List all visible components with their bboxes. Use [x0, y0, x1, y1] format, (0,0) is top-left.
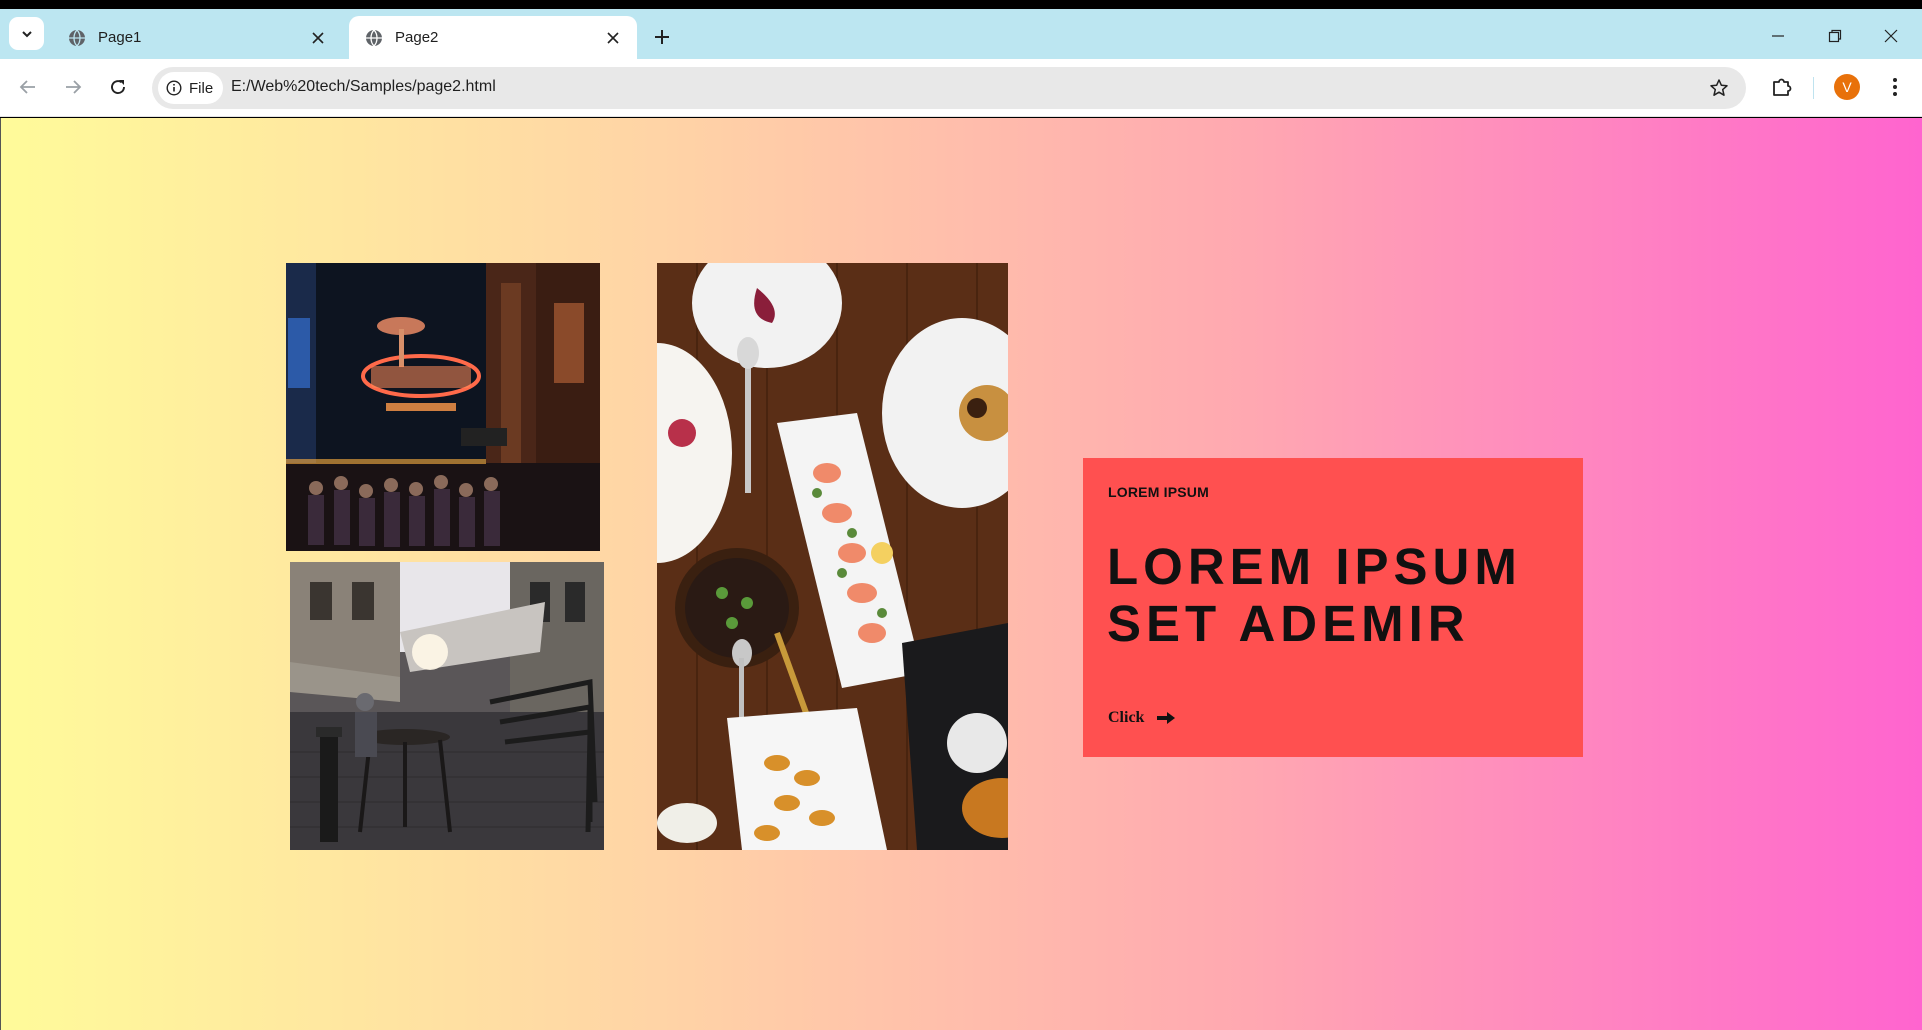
card-eyebrow: LOREM IPSUM [1108, 484, 1209, 500]
click-button[interactable]: Click [1108, 709, 1176, 727]
extensions-button[interactable] [1767, 72, 1797, 102]
close-window-button[interactable] [1876, 21, 1906, 51]
avatar[interactable]: V [1834, 74, 1860, 100]
toolbar-divider [1813, 77, 1814, 99]
minimize-icon [1772, 35, 1784, 37]
photo-food-table [657, 263, 1008, 850]
chevron-down-icon [21, 30, 32, 37]
restore-icon [1828, 29, 1842, 43]
minimize-button[interactable] [1763, 21, 1793, 51]
close-icon [1884, 29, 1898, 43]
browser-toolbar: File E:/Web%20tech/Samples/page2.html V [0, 59, 1922, 117]
card-heading: LOREM IPSUM SET ADEMIR [1107, 538, 1522, 652]
hero-card: LOREM IPSUM LOREM IPSUM SET ADEMIR Click [1083, 458, 1583, 757]
puzzle-icon [1773, 78, 1792, 96]
address-bar[interactable]: File E:/Web%20tech/Samples/page2.html [152, 67, 1746, 109]
restore-button[interactable] [1820, 21, 1850, 51]
bookmark-button[interactable] [1706, 75, 1732, 101]
browser-window: Page1 Page2 File E:/Web%20tech/Samples/p… [0, 9, 1922, 1030]
forward-button[interactable] [56, 70, 90, 104]
photo-cafe-street [290, 562, 604, 850]
arrow-right-icon [66, 80, 82, 94]
arrow-right-icon [1156, 711, 1176, 725]
click-button-label: Click [1108, 709, 1145, 726]
tab-search-button[interactable] [9, 17, 44, 50]
tab-strip: Page1 Page2 [0, 9, 1922, 59]
site-chip-label: File [189, 79, 214, 97]
reload-button[interactable] [101, 70, 135, 104]
tab-page1[interactable]: Page1 [52, 16, 342, 59]
info-icon [166, 80, 182, 96]
close-icon[interactable] [601, 26, 625, 50]
site-info-chip[interactable]: File [158, 72, 224, 104]
close-icon[interactable] [306, 26, 330, 50]
star-icon [1710, 79, 1728, 96]
globe-icon [68, 29, 86, 47]
arrow-left-icon [19, 80, 35, 94]
tab-title: Page2 [395, 29, 439, 46]
photo-neon-stage-sign [286, 263, 600, 551]
back-button[interactable] [11, 70, 45, 104]
kebab-menu-icon [1893, 78, 1897, 96]
page-content: LOREM IPSUM LOREM IPSUM SET ADEMIR Click [0, 118, 1922, 1030]
menu-button[interactable] [1880, 72, 1910, 102]
tab-page2[interactable]: Page2 [349, 16, 637, 59]
url-text[interactable]: E:/Web%20tech/Samples/page2.html [231, 78, 496, 96]
reload-icon [111, 80, 125, 94]
globe-icon [365, 29, 383, 47]
plus-icon [655, 30, 669, 44]
new-tab-button[interactable] [648, 23, 676, 51]
tab-title: Page1 [98, 29, 142, 46]
